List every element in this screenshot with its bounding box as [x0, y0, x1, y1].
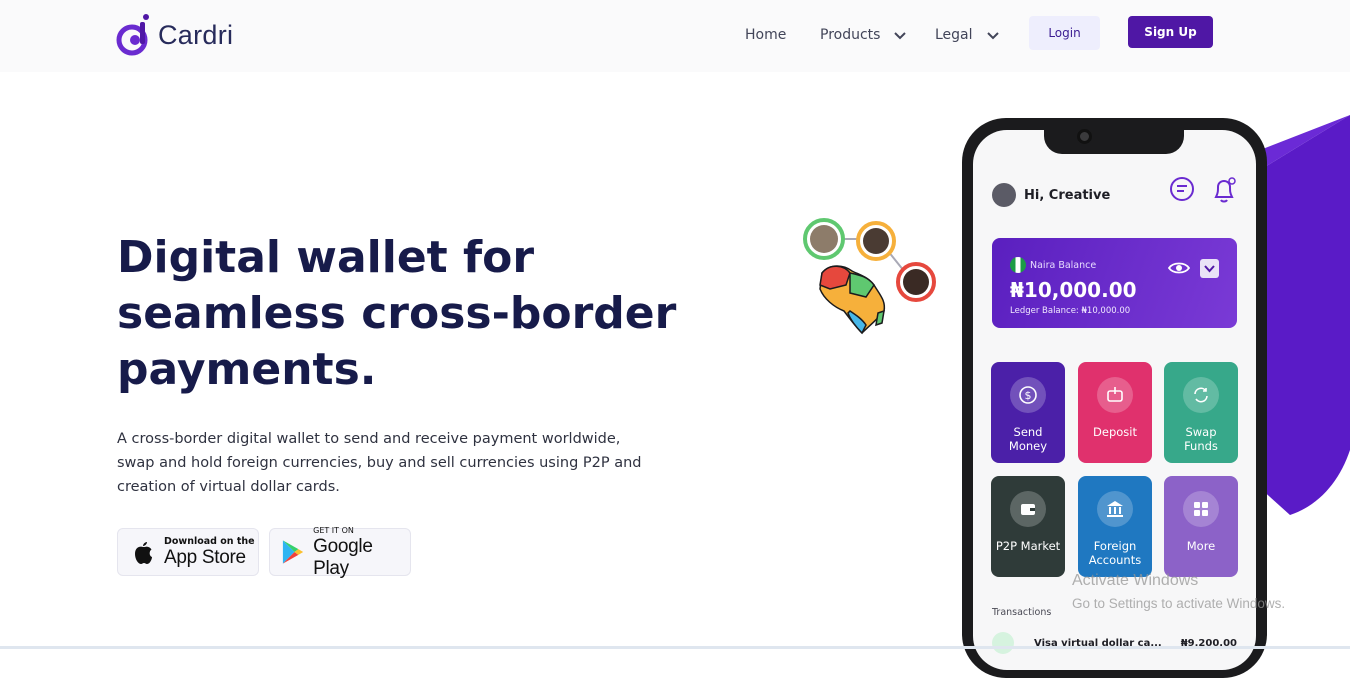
chevron-down-icon [1204, 265, 1215, 273]
transaction-row[interactable]: Visa virtual dollar ca... ₦9,200.00 [992, 632, 1237, 654]
phone-top-icons [1168, 175, 1238, 205]
svg-text:$: $ [1025, 389, 1032, 402]
hero-description: A cross-border digital wallet to send an… [117, 431, 642, 495]
nav-home-label: Home [745, 27, 787, 43]
bell-icon[interactable] [1210, 175, 1238, 205]
tile-label: P2P Market [995, 539, 1061, 553]
nigeria-flag-icon [1010, 257, 1026, 273]
phone-notch [1044, 128, 1184, 154]
hero-title-line: Digital wallet for [117, 232, 535, 283]
swap-icon [1183, 377, 1219, 413]
nav-home[interactable]: Home [745, 27, 786, 43]
tile-p2p-market[interactable]: P2P Market [991, 476, 1065, 577]
tile-label: Money [1008, 439, 1048, 453]
avatar[interactable] [992, 183, 1016, 207]
grid-icon [1183, 491, 1219, 527]
tile-label: More [1186, 539, 1216, 553]
greeting: Hi, Creative [992, 183, 1110, 207]
tile-label: Swap [1185, 425, 1217, 439]
app-store-button[interactable]: Download on the App Store [117, 528, 259, 576]
eye-icon[interactable] [1168, 261, 1190, 275]
hero-title-line: seamless cross-border [117, 288, 677, 339]
google-play-button[interactable]: GET IT ON Google Play [269, 525, 411, 579]
tile-label: Accounts [1088, 553, 1142, 567]
app-store-big: App Store [164, 546, 246, 568]
tile-label: Funds [1184, 439, 1218, 453]
signup-button[interactable]: Sign Up [1128, 16, 1213, 48]
tile-more[interactable]: More [1164, 476, 1238, 577]
nav-products[interactable]: Products [820, 27, 907, 43]
tile-label: Deposit [1093, 425, 1137, 439]
balance-label: Naira Balance [1030, 260, 1097, 271]
transactions-label: Transactions [992, 607, 1052, 618]
balance-amount: ₦10,000.00 [1010, 278, 1137, 302]
wallet-icon [1010, 491, 1046, 527]
ledger-balance: Ledger Balance: ₦10,000.00 [1010, 306, 1131, 316]
africa-map-illustration [803, 218, 936, 335]
hero-title: Digital wallet for seamless cross-border… [117, 230, 677, 398]
tile-swap-funds[interactable]: Swap Funds [1164, 362, 1238, 463]
hero-title-line: payments. [117, 344, 377, 395]
site-header: Cardri Home Products Legal Login Sign Up [0, 0, 1350, 72]
tile-send-money[interactable]: $ Send Money [991, 362, 1065, 463]
check-icon [992, 632, 1014, 654]
google-play-small: GET IT ON [313, 525, 354, 535]
cardri-logo-icon [116, 14, 149, 56]
greeting-text: Hi, Creative [1024, 187, 1111, 203]
dollar-icon: $ [1010, 377, 1046, 413]
deposit-icon [1097, 377, 1133, 413]
tile-deposit[interactable]: Deposit [1078, 362, 1152, 463]
balance-card[interactable]: Naira Balance ₦10,000.00 Ledger Balance:… [992, 238, 1237, 328]
chat-icon[interactable] [1168, 175, 1196, 203]
chevron-down-icon [986, 32, 999, 40]
brand-name: Cardri [158, 19, 234, 50]
currency-dropdown[interactable] [1200, 259, 1219, 278]
google-play-icon [282, 540, 304, 564]
nav-products-label: Products [820, 27, 881, 43]
app-store-small: Download on the [164, 535, 255, 547]
nav-legal-label: Legal [935, 27, 973, 43]
tile-label: Foreign [1093, 539, 1137, 553]
apple-icon [135, 542, 152, 564]
activation-subtitle: Go to Settings to activate Windows. [1072, 596, 1286, 611]
google-play-big: Google Play [313, 535, 373, 579]
login-button[interactable]: Login [1029, 16, 1100, 50]
camera-icon [1077, 129, 1092, 144]
nav-legal[interactable]: Legal [935, 27, 1000, 43]
bank-icon [1097, 491, 1133, 527]
activation-title: Activate Windows [1072, 572, 1199, 589]
tile-foreign-accounts[interactable]: Foreign Accounts [1078, 476, 1152, 577]
chevron-down-icon [894, 32, 907, 40]
brand-logo[interactable]: Cardri [116, 12, 233, 58]
tile-label: Send [1013, 425, 1043, 439]
